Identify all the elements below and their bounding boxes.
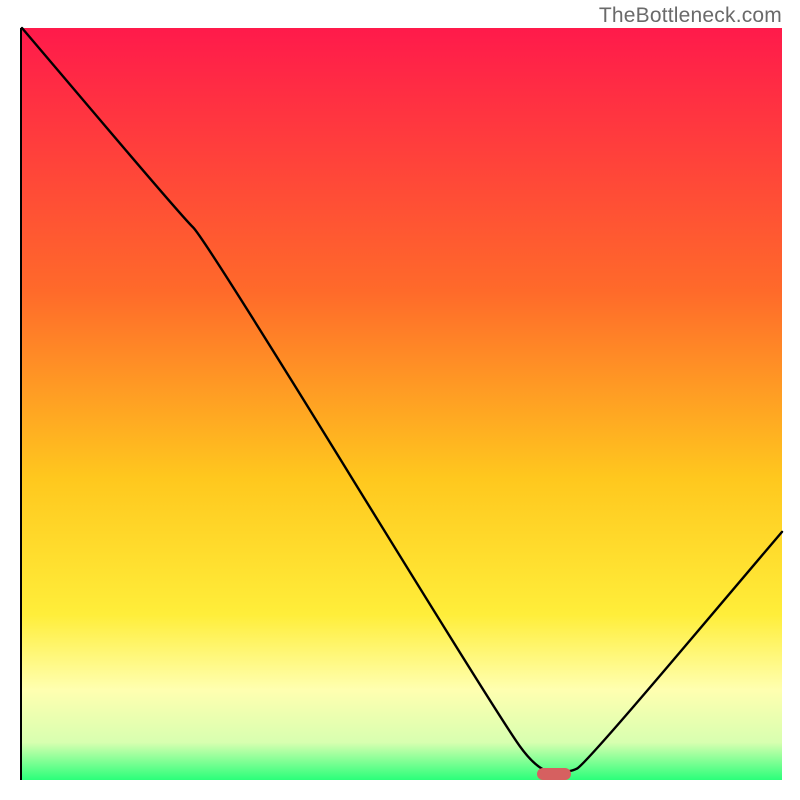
attribution-label: TheBottleneck.com	[599, 4, 782, 28]
bottleneck-curve	[22, 28, 782, 780]
optimal-marker	[537, 768, 571, 780]
chart-axes	[20, 28, 780, 780]
plot-region	[22, 28, 782, 780]
